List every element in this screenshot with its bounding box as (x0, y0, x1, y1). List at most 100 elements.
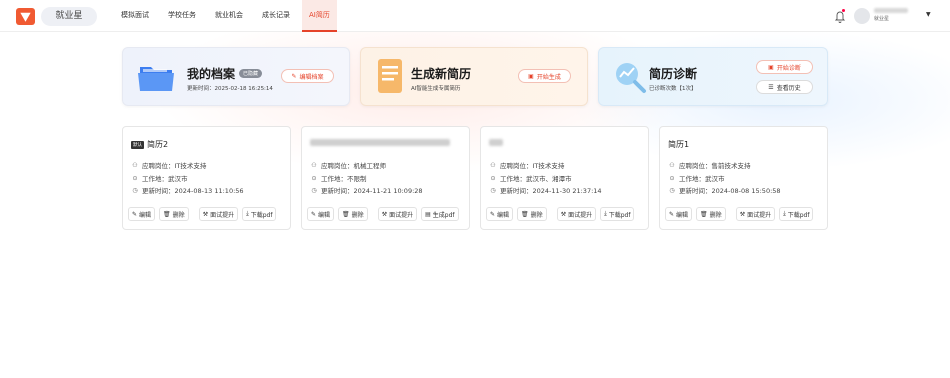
edit-label: 编辑 (676, 211, 689, 219)
download-pdf-button[interactable]: ⤓ 下载pdf (242, 207, 277, 221)
resume-location: ⊙ 工作地：武汉市 (131, 173, 188, 184)
delete-label: 删除 (351, 211, 364, 219)
document-icon (378, 59, 402, 93)
clock-icon: ◷ (490, 186, 496, 194)
nav-item-job-opportunities[interactable]: 就业机会 (208, 0, 250, 32)
diagnose-card: 简历诊断 已诊断次数【1次】 ▣ 开始诊断 ☰ 查看历史 (598, 47, 828, 106)
delete-label: 删除 (172, 211, 185, 219)
diagnose-count: 已诊断次数【1次】 (649, 86, 697, 92)
hammer-icon: ⚒ (560, 210, 567, 218)
interview-boost-button[interactable]: ⚒ 面试提升 (377, 207, 418, 221)
download-icon: ⤓ (604, 210, 607, 217)
download-icon: ⤓ (246, 210, 249, 217)
interview-boost-label: 面试提升 (210, 211, 235, 219)
resume-card[interactable]: ⚇ 应聘岗位：IT技术支持 ⊙ 工作地：武汉市、湘潭市 ◷ 更新时间：2024-11-… (480, 126, 649, 230)
edit-archive-label: 编辑档案 (299, 73, 324, 81)
interview-boost-label: 面试提升 (747, 211, 772, 219)
resume-name: 简历1 (668, 140, 690, 149)
download-pdf-button[interactable]: ⤓ 下载pdf (779, 207, 814, 221)
location-pin-icon: ⊙ (132, 174, 138, 182)
resume-updated: ◷ 更新时间：2024-08-08 15:50:58 (668, 185, 781, 196)
edit-button[interactable]: ✎ 编辑 (128, 207, 156, 221)
edit-label: 编辑 (497, 211, 510, 219)
resume-card[interactable]: 简历1 ⚇ 应聘岗位：售前技术支持 ⊙ 工作地：武汉市 ◷ 更新时间：2024-08-… (659, 126, 828, 230)
pdf-icon: ▤ (425, 210, 431, 218)
edit-button[interactable]: ✎ 编辑 (307, 207, 335, 221)
delete-button[interactable]: 🗑 删除 (696, 207, 726, 221)
interview-boost-button[interactable]: ⚒ 面试提升 (735, 207, 776, 221)
pencil-icon: ✎ (490, 210, 496, 218)
generate-pdf-label: 生成pdf (432, 211, 455, 219)
trash-icon: 🗑 (342, 210, 350, 218)
archive-card: 我的档案 已隐藏 更新时间：2025-02-18 16:25:14 ✎ 编辑档案 (122, 47, 350, 106)
user-name-redacted (874, 8, 908, 13)
edit-button[interactable]: ✎ 编辑 (665, 207, 693, 221)
download-pdf-label: 下载pdf (250, 211, 273, 219)
resume-name: 简历2 (147, 140, 169, 149)
download-pdf-button[interactable]: ⤓ 下载pdf (600, 207, 635, 221)
user-subtitle: 就业星 (874, 16, 890, 22)
updated-text: 更新时间：2024-08-08 15:50:58 (679, 187, 781, 195)
status-badge: 已隐藏 (239, 69, 263, 78)
download-icon: ⤓ (783, 210, 786, 217)
resume-position: ⚇ 应聘岗位：机械工程师 (310, 160, 386, 171)
resume-position: ⚇ 应聘岗位：IT技术支持 (489, 160, 564, 171)
redacted-title (310, 139, 450, 146)
edit-archive-button[interactable]: ✎ 编辑档案 (281, 69, 334, 83)
magnifier-chart-icon (616, 63, 646, 93)
generate-subtitle: AI智能生成专属简历 (411, 86, 461, 92)
notification-dot (842, 9, 845, 12)
nav-item-growth-record[interactable]: 成长记录 (255, 0, 297, 32)
generate-pdf-button[interactable]: ▤ 生成pdf (421, 207, 459, 221)
resume-card[interactable]: ⚇ 应聘岗位：机械工程师 ⊙ 工作地：不限制 ◷ 更新时间：2024-11-21 10… (301, 126, 470, 230)
hammer-icon: ⚒ (739, 210, 746, 218)
clock-icon: ◷ (311, 186, 317, 194)
start-diagnose-label: 开始诊断 (776, 64, 801, 72)
resume-updated: ◷ 更新时间：2024-11-30 21:37:14 (489, 185, 602, 196)
updated-text: 更新时间：2024-11-21 10:09:28 (321, 187, 423, 195)
delete-button[interactable]: 🗑 删除 (517, 207, 547, 221)
location-text: 工作地：不限制 (321, 175, 367, 183)
updated-text: 更新时间：2024-11-30 21:37:14 (500, 187, 602, 195)
start-diagnose-button[interactable]: ▣ 开始诊断 (756, 60, 813, 74)
calendar-icon: ▣ (768, 63, 774, 71)
location-pin-icon: ⊙ (669, 174, 675, 182)
delete-button[interactable]: 🗑 删除 (338, 207, 368, 221)
location-text: 工作地：武汉市 (142, 175, 188, 183)
avatar[interactable] (854, 8, 870, 24)
delete-label: 删除 (709, 211, 722, 219)
hammer-icon: ⚒ (202, 210, 209, 218)
position-text: 应聘岗位：IT技术支持 (142, 162, 207, 170)
archive-title: 我的档案 (187, 67, 236, 81)
default-tag: 默认 (131, 140, 144, 149)
start-generate-button[interactable]: ▣ 开始生成 (518, 69, 571, 83)
resume-actions: ✎ 编辑 🗑 删除 ⚒ 面试提升 ▤ 生成pdf (307, 207, 463, 221)
nav-item-mock-interview[interactable]: 模拟面试 (114, 0, 156, 32)
updated-text: 更新时间：2024-08-13 11:10:56 (142, 187, 244, 195)
chevron-down-icon[interactable]: ▼ (926, 11, 931, 18)
resume-location: ⊙ 工作地：武汉市 (668, 173, 724, 184)
interview-boost-button[interactable]: ⚒ 面试提升 (198, 207, 239, 221)
delete-button[interactable]: 🗑 删除 (159, 207, 189, 221)
location-pin-icon: ⊙ (311, 174, 317, 182)
star-logo-icon[interactable] (16, 8, 35, 25)
trash-icon: 🗑 (700, 210, 708, 218)
pencil-icon: ✎ (132, 210, 138, 218)
user-icon: ⚇ (669, 161, 675, 169)
interview-boost-button[interactable]: ⚒ 面试提升 (556, 207, 597, 221)
resume-title (489, 139, 503, 146)
main-nav: 模拟面试 学校任务 就业机会 成长记录 AI简历 (114, 0, 342, 32)
nav-item-school-tasks[interactable]: 学校任务 (161, 0, 203, 32)
resume-actions: ✎ 编辑 🗑 删除 ⚒ 面试提升 ⤓ 下载pdf (665, 207, 817, 221)
resume-updated: ◷ 更新时间：2024-08-13 11:10:56 (131, 185, 244, 196)
view-history-label: 查看历史 (776, 84, 801, 92)
resume-actions: ✎ 编辑 🗑 删除 ⚒ 面试提升 ⤓ 下载pdf (128, 207, 280, 221)
download-pdf-label: 下载pdf (608, 211, 631, 219)
view-history-button[interactable]: ☰ 查看历史 (756, 80, 813, 94)
resume-card[interactable]: 默认 简历2 ⚇ 应聘岗位：IT技术支持 ⊙ 工作地：武汉市 ◷ 更新时间：2024-… (122, 126, 291, 230)
position-text: 应聘岗位：机械工程师 (321, 162, 386, 170)
edit-button[interactable]: ✎ 编辑 (486, 207, 514, 221)
brand-name[interactable]: 就业星 (41, 7, 97, 26)
user-icon: ⚇ (490, 161, 496, 169)
nav-item-ai-resume[interactable]: AI简历 (302, 0, 337, 32)
